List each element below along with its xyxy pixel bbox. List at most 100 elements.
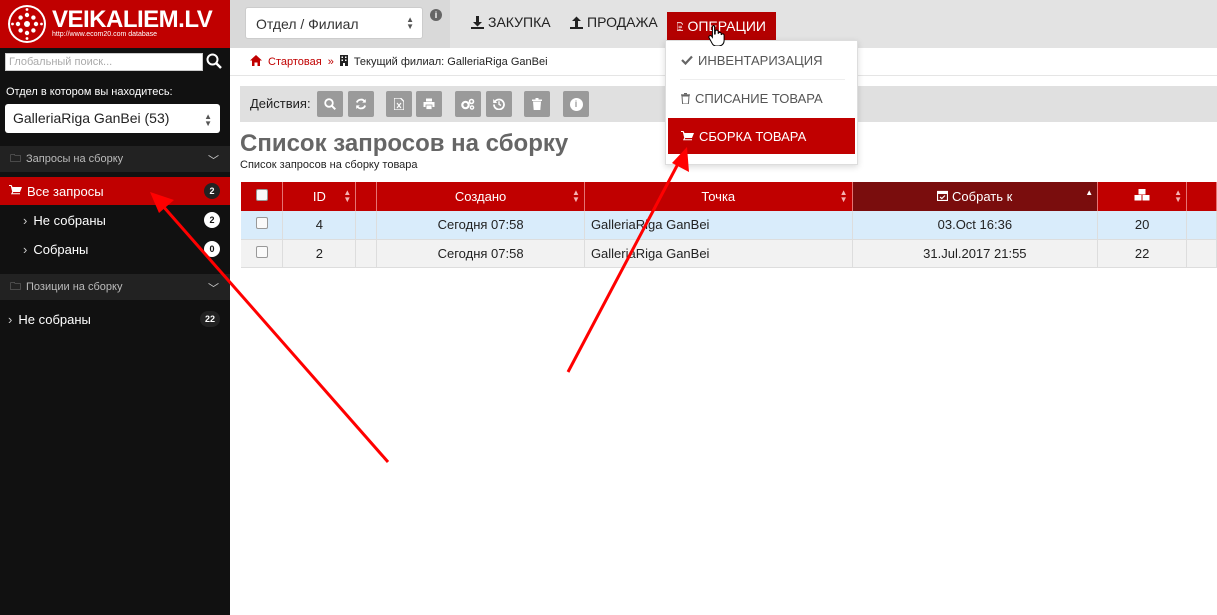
- menu-item-inventory[interactable]: ИНВЕНТАРИЗАЦИЯ: [668, 42, 855, 78]
- page-title: Список запросов на сборку: [240, 130, 569, 157]
- col-point[interactable]: Точка ▲ ▼: [584, 182, 853, 211]
- nav-operations-label: ОПЕРАЦИИ: [687, 18, 766, 34]
- col-created-label: Создано: [454, 189, 507, 204]
- cell-qty: 20: [1097, 211, 1188, 240]
- sidebar-item-positions-not-collected[interactable]: › Не собраны 22: [0, 305, 230, 333]
- cell-extra: [1186, 239, 1217, 268]
- group-requests[interactable]: 🗀 Запросы на сборку ﹀: [0, 146, 230, 172]
- folder-icon: 🗀: [10, 280, 21, 293]
- count-badge: 22: [200, 311, 220, 327]
- table-row[interactable]: 4 Сегодня 07:58 GalleriaRiga GanBei 03.O…: [241, 211, 1217, 240]
- nav-purchase-label: ЗАКУПКА: [488, 14, 551, 30]
- row-checkbox[interactable]: [255, 217, 268, 230]
- cell-extra: [1186, 211, 1217, 240]
- cell-collect-by: 03.Oct 16:36: [852, 211, 1099, 240]
- history-icon: [493, 98, 505, 110]
- cell-created: Сегодня 07:58: [376, 239, 585, 268]
- col-blank: [355, 182, 378, 211]
- cell-qty: 22: [1097, 239, 1188, 268]
- document-icon: [677, 21, 684, 31]
- chevron-right-icon: ›: [23, 241, 28, 257]
- sidebar-item-label: Все запросы: [27, 183, 104, 199]
- chevron-right-icon: ›: [8, 311, 13, 327]
- cell-created: Сегодня 07:58: [376, 211, 585, 240]
- row-select-cell[interactable]: [241, 239, 284, 268]
- select-all-checkbox[interactable]: [255, 189, 268, 201]
- brand-tagline: http://www.ecom20.com database: [52, 31, 158, 38]
- cell-blank: [355, 239, 378, 268]
- col-collect-by[interactable]: Собрать к ▲ ▼: [852, 182, 1099, 211]
- menu-item-write-off[interactable]: СПИСАНИЕ ТОВАРА: [668, 80, 855, 116]
- chevron-down-icon: ﹀: [208, 283, 219, 295]
- search-icon[interactable]: [206, 53, 226, 71]
- excel-file-icon: [394, 98, 404, 110]
- breadcrumb-home-link[interactable]: Стартовая: [268, 56, 322, 68]
- trash-icon: [681, 92, 690, 104]
- check-icon: [681, 55, 693, 65]
- page-subtitle: Список запросов на сборку товара: [240, 159, 418, 171]
- hand-cursor-icon: [708, 25, 725, 46]
- menu-item-label: СПИСАНИЕ ТОВАРА: [695, 90, 823, 106]
- nav-purchase[interactable]: ЗАКУПКА: [471, 14, 551, 30]
- select-all-header[interactable]: [241, 182, 284, 211]
- sidebar-item-label: Не собраны: [33, 212, 106, 228]
- calendar-check-icon: [937, 189, 952, 204]
- group-positions[interactable]: 🗀 Позиции на сборку ﹀: [0, 274, 230, 300]
- count-badge: 0: [204, 241, 220, 257]
- brand-name: VEIKALIEM.LV: [52, 6, 213, 33]
- breadcrumb-current: Текущий филиал: GalleriaRiga GanBei: [353, 55, 548, 68]
- group-positions-title: Позиции на сборку: [26, 281, 123, 293]
- info-icon[interactable]: i: [430, 9, 442, 21]
- table-row[interactable]: 2 Сегодня 07:58 GalleriaRiga GanBei 31.J…: [241, 239, 1217, 268]
- sort-icon: ▲ ▼: [839, 188, 848, 204]
- col-created[interactable]: Создано ▲ ▼: [376, 182, 585, 211]
- table-header-row: ID ▲ ▼ Создано ▲ ▼ Точка ▲ ▼ Собрать к ▲ ▼: [241, 182, 1217, 211]
- trash-icon: [532, 98, 542, 110]
- cell-id: 2: [282, 239, 357, 268]
- brand-logo-icon[interactable]: [8, 5, 46, 43]
- col-qty[interactable]: ▲ ▼: [1097, 182, 1188, 211]
- refresh-button[interactable]: [348, 91, 374, 117]
- folder-icon: 🗀: [10, 152, 21, 165]
- col-collect-by-label: Собрать к: [952, 189, 1013, 204]
- history-button[interactable]: [486, 91, 512, 117]
- info-icon: i: [569, 97, 583, 111]
- row-checkbox[interactable]: [255, 245, 268, 258]
- dept-branch-select[interactable]: Отдел / Филиал ▲ ▼: [245, 7, 423, 39]
- delete-button[interactable]: [524, 91, 550, 117]
- cubes-icon: [1134, 189, 1150, 204]
- requests-table: ID ▲ ▼ Создано ▲ ▼ Точка ▲ ▼ Собрать к ▲ ▼: [241, 182, 1217, 268]
- sort-desc-icon: ▲ ▼: [1085, 188, 1094, 204]
- gears-icon: [461, 98, 475, 110]
- menu-item-label: СБОРКА ТОВАРА: [699, 128, 807, 144]
- sidebar-item-label: Собраны: [33, 241, 89, 257]
- global-search-input[interactable]: Глобальный поиск...: [5, 53, 203, 71]
- menu-item-assembly[interactable]: СБОРКА ТОВАРА: [668, 118, 855, 154]
- search-button[interactable]: [317, 91, 343, 117]
- col-id[interactable]: ID ▲ ▼: [282, 182, 357, 211]
- current-dept-select[interactable]: GalleriaRiga GanBei (53) ▲ ▼: [5, 104, 220, 133]
- chevron-down-icon: ﹀: [208, 155, 219, 167]
- chevron-right-icon: ›: [23, 212, 28, 228]
- count-badge: 2: [204, 183, 220, 199]
- cell-point: GalleriaRiga GanBei: [584, 211, 853, 240]
- nav-sales[interactable]: ПРОДАЖА: [570, 14, 658, 30]
- download-icon: [471, 15, 484, 29]
- print-icon: [423, 98, 435, 110]
- settings-button[interactable]: [455, 91, 481, 117]
- sort-icon: ▲ ▼: [1174, 188, 1183, 204]
- row-select-cell[interactable]: [241, 211, 284, 240]
- building-icon: [339, 54, 348, 69]
- col-extra: [1186, 182, 1217, 211]
- group-requests-title: Запросы на сборку: [26, 153, 124, 165]
- upload-icon: [570, 16, 583, 29]
- sidebar-item-not-collected[interactable]: › Не собраны 2: [0, 206, 230, 234]
- print-button[interactable]: [416, 91, 442, 117]
- sidebar-item-collected[interactable]: › Собраны 0: [0, 235, 230, 263]
- sort-icon: ▲ ▼: [343, 188, 352, 204]
- cell-collect-by: 31.Jul.2017 21:55: [852, 239, 1099, 268]
- info-button[interactable]: i: [563, 91, 589, 117]
- sidebar-item-all-requests[interactable]: Все запросы 2: [0, 177, 230, 205]
- export-excel-button[interactable]: [386, 91, 412, 117]
- cell-point: GalleriaRiga GanBei: [584, 239, 853, 268]
